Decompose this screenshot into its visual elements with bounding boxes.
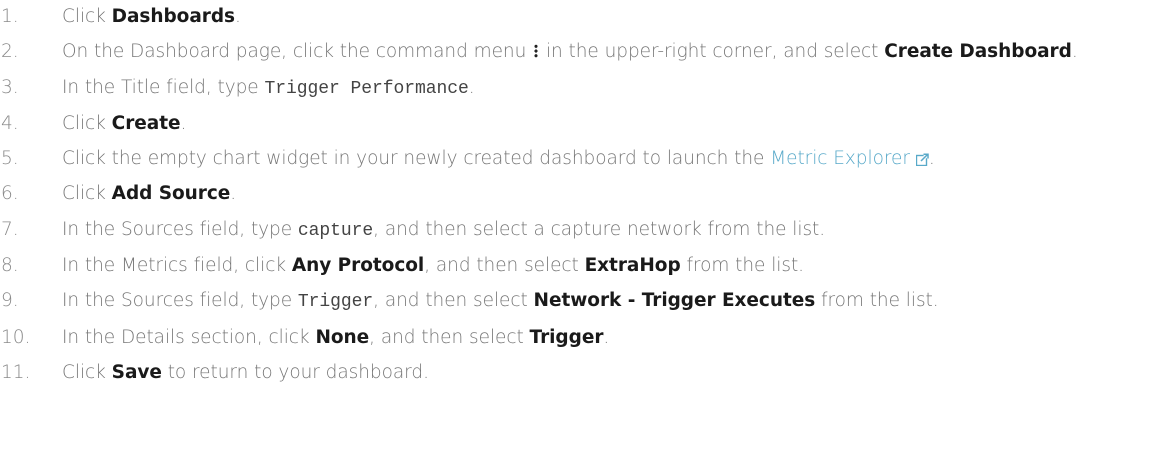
external-link-icon[interactable] <box>915 153 929 167</box>
step-1: 1. Click Dashboards. <box>0 6 1159 28</box>
ui-label-any-protocol: Any Protocol <box>291 255 425 277</box>
step-number: 4. <box>1 112 19 134</box>
step-text: In the Metrics field, click Any Protocol… <box>62 255 804 277</box>
step-text: Click Create. <box>62 112 187 134</box>
step-number: 3. <box>1 76 19 98</box>
ui-label-create: Create <box>111 112 181 134</box>
step-number: 9. <box>1 290 19 312</box>
ui-label-create-dashboard: Create Dashboard <box>884 41 1072 63</box>
step-text: Click Add Source. <box>62 183 237 205</box>
instruction-steps: 1. Click Dashboards. 2. On the Dashboard… <box>0 0 1159 384</box>
step-text: In the Title field, type Trigger Perform… <box>62 76 475 99</box>
step-number: 10. <box>1 326 31 348</box>
ui-label-network-trigger-executes: Network - Trigger Executes <box>533 290 816 312</box>
step-2: 2. On the Dashboard page, click the comm… <box>0 41 1159 63</box>
ui-label-trigger: Trigger <box>529 326 604 348</box>
ui-label-save: Save <box>111 361 162 383</box>
step-4: 4. Click Create. <box>0 113 1159 135</box>
step-text: In the Sources field, type Trigger, and … <box>62 290 939 313</box>
step-text: Click Dashboards. <box>62 6 241 27</box>
step-number: 7. <box>1 218 19 240</box>
ui-label-dashboards: Dashboards <box>111 6 236 27</box>
code-value-trigger: Trigger <box>297 292 374 313</box>
step-6: 6. Click Add Source. <box>0 183 1159 205</box>
step-text: In the Details section, click None, and … <box>62 326 610 348</box>
step-number: 1. <box>1 6 19 27</box>
step-number: 2. <box>1 41 19 63</box>
ui-label-none: None <box>315 326 370 348</box>
ui-label-add-source: Add Source <box>111 183 231 205</box>
code-value-capture: capture <box>297 220 374 241</box>
ui-label-extrahop: ExtraHop <box>584 255 681 277</box>
step-number: 5. <box>1 148 19 170</box>
step-number: 11. <box>1 361 31 383</box>
step-text: On the Dashboard page, click the command… <box>62 41 1078 63</box>
step-3: 3. In the Title field, type Trigger Perf… <box>0 77 1159 100</box>
step-11: 11. Click Save to return to your dashboa… <box>0 362 1159 384</box>
step-7: 7. In the Sources field, type capture, a… <box>0 219 1159 242</box>
kebab-menu-icon <box>534 44 539 59</box>
step-text: Click the empty chart widget in your new… <box>62 148 935 170</box>
step-8: 8. In the Metrics field, click Any Proto… <box>0 255 1159 277</box>
step-9: 9. In the Sources field, type Trigger, a… <box>0 290 1159 313</box>
step-text: In the Sources field, type capture, and … <box>62 218 826 241</box>
code-value-title: Trigger Performance <box>264 78 469 99</box>
step-text: Click Save to return to your dashboard. <box>62 361 429 383</box>
step-10: 10. In the Details section, click None, … <box>0 327 1159 349</box>
step-number: 8. <box>1 255 19 277</box>
step-5: 5. Click the empty chart widget in your … <box>0 148 1159 170</box>
metric-explorer-link[interactable]: Metric Explorer <box>770 148 929 169</box>
step-number: 6. <box>1 183 19 205</box>
